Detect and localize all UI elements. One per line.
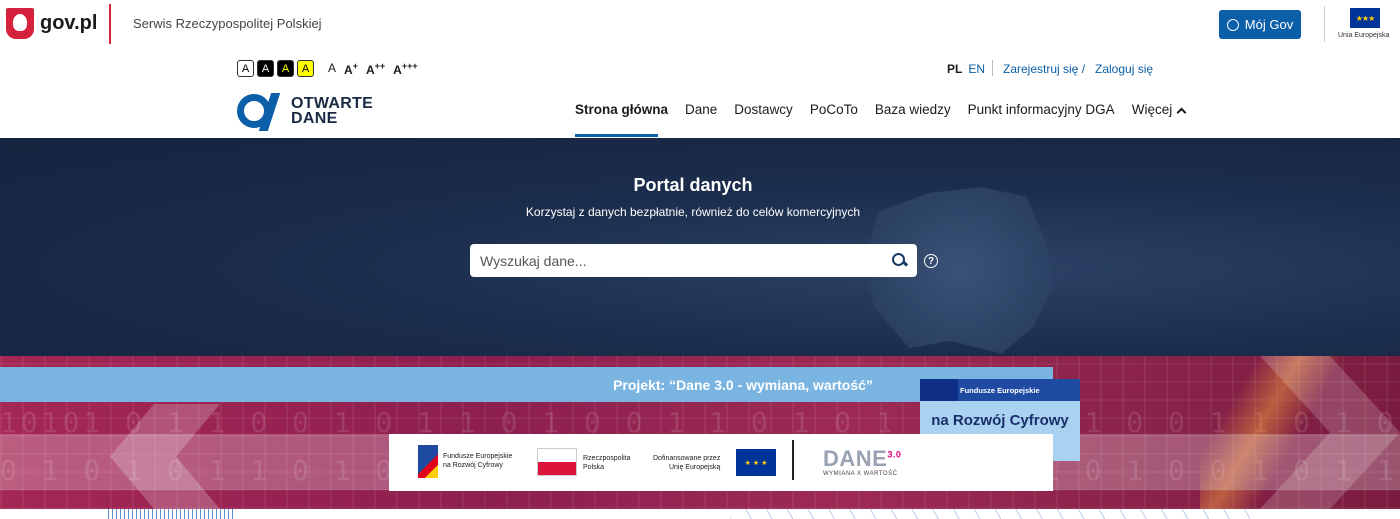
eu-flag-icon — [920, 379, 958, 401]
hero-section: Portal danych Korzystaj z danych bezpłat… — [0, 138, 1400, 356]
chevron-up-icon — [1176, 107, 1187, 118]
gov-logo-link[interactable]: gov.pl — [6, 8, 97, 39]
moj-gov-label: Mój Gov — [1244, 17, 1294, 32]
dane-3-logo-subtitle: WYMIANA X WARTOŚĆ — [823, 471, 898, 477]
nav-item-baza-wiedzy[interactable]: Baza wiedzy — [875, 102, 951, 117]
project-title: Projekt: “Dane 3.0 - wymiana, wartość” — [613, 377, 873, 393]
eu-flag-icon: ★ ★ ★ — [736, 449, 776, 476]
lang-divider — [992, 60, 993, 76]
fe-badge-label: na Rozwój Cyfrowy — [931, 412, 1069, 429]
lang-pl[interactable]: PL — [947, 62, 962, 76]
eu-flag-icon: ★★★ — [1350, 8, 1380, 28]
nav-item-pocoto[interactable]: PoCoTo — [810, 102, 858, 117]
fundusze-europejskie-logo-icon — [418, 445, 438, 478]
gov-service-label: Serwis Rzeczypospolitej Polskiej — [133, 16, 322, 31]
contrast-black-yellow[interactable]: A — [277, 60, 294, 77]
logos-divider — [792, 440, 794, 480]
nav-item-home[interactable]: Strona główna — [575, 102, 668, 117]
user-icon — [1226, 18, 1239, 31]
font-size-switcher: A A+ A++ A+++ — [328, 61, 418, 77]
logo-wordmark: OTWARTE DANE — [291, 95, 374, 127]
help-icon[interactable]: ? — [924, 254, 938, 268]
hero-subtitle: Korzystaj z danych bezpłatnie, również d… — [525, 205, 861, 219]
hero-title: Portal danych — [633, 175, 753, 195]
search-input[interactable] — [480, 252, 892, 269]
main-nav: Strona główna Dane Dostawcy PoCoTo Baza … — [575, 102, 1187, 118]
search-icon[interactable] — [892, 253, 907, 268]
gov-bar: gov.pl Serwis Rzeczypospolitej Polskiej … — [0, 0, 1400, 48]
font-size-largest[interactable]: A+++ — [393, 61, 417, 77]
polish-eagle-icon — [6, 8, 34, 39]
contrast-switcher: A A A A — [237, 60, 314, 77]
otwarte-dane-logo[interactable]: OTWARTE DANE — [237, 93, 374, 131]
login-link[interactable]: Zaloguj się — [1095, 62, 1153, 76]
search-box — [470, 244, 917, 277]
lang-en[interactable]: EN — [968, 62, 985, 76]
contrast-black-white[interactable]: A — [257, 60, 274, 77]
nav-item-dane[interactable]: Dane — [685, 102, 717, 117]
fe-badge-top-label: Fundusze Europejskie — [960, 385, 1040, 395]
active-nav-indicator — [575, 134, 658, 137]
language-switcher: PL EN — [947, 62, 985, 76]
dane-3-logo: DANE3.0 — [823, 446, 902, 471]
decorative-lines — [730, 509, 1250, 519]
nav-item-dostawcy[interactable]: Dostawcy — [734, 102, 793, 117]
contrast-yellow-black[interactable]: A — [297, 60, 314, 77]
register-link[interactable]: Zarejestruj się / — [1003, 62, 1085, 76]
eu-label: Unia Europejska — [1338, 32, 1390, 39]
gov-brand: gov.pl — [40, 12, 98, 34]
polish-flag-icon — [537, 448, 577, 476]
gov-divider — [109, 4, 111, 44]
nav-item-wiecej[interactable]: Więcej — [1132, 102, 1187, 118]
eu-divider — [1324, 6, 1325, 42]
moj-gov-button[interactable]: Mój Gov — [1219, 10, 1301, 39]
pl-logo-text: Rzeczpospolita Polska — [583, 455, 631, 471]
funding-logos: Fundusze Europejskie na Rozwój Cyfrowy R… — [389, 434, 1053, 491]
nav-item-punkt-dga[interactable]: Punkt informacyjny DGA — [968, 102, 1115, 117]
font-size-larger[interactable]: A++ — [366, 61, 385, 77]
font-size-large[interactable]: A+ — [344, 61, 358, 77]
project-banner[interactable]: 10101 0 1 1 0 0 1 0 1 1 0 1 0 0 1 1 0 1 … — [0, 356, 1400, 509]
fe-logo-text: Fundusze Europejskie na Rozwój Cyfrowy — [443, 453, 513, 469]
decorative-lines — [108, 509, 233, 519]
otwarte-dane-logo-icon — [237, 93, 285, 131]
eu-logo-text: Dofinansowane przez Unię Europejską — [653, 455, 721, 471]
contrast-default[interactable]: A — [237, 60, 254, 77]
font-size-normal[interactable]: A — [328, 61, 336, 77]
